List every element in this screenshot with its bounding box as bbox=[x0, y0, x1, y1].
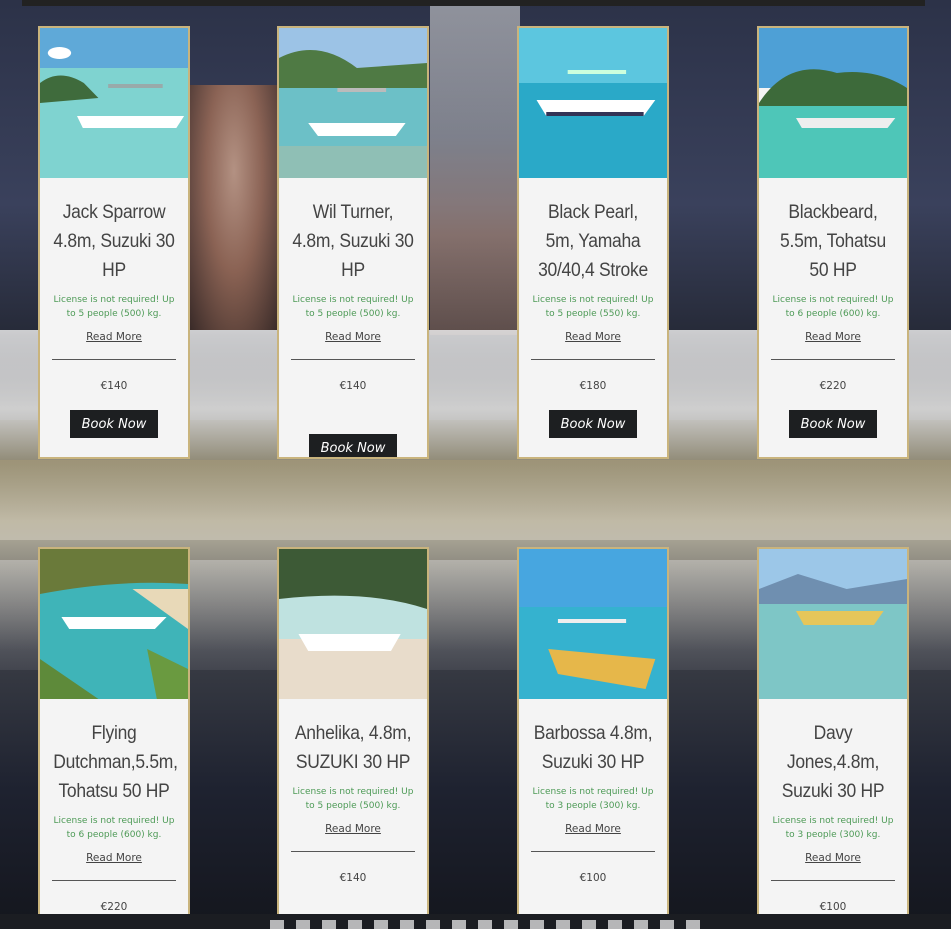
license-note: License is not required! Up to 5 people … bbox=[292, 787, 414, 811]
read-more-link[interactable]: Read More bbox=[40, 331, 188, 343]
boat-title: Wil Turner, 4.8m, Suzuki 30 HP bbox=[292, 202, 414, 281]
boat-title: Barbossa 4.8m, Suzuki 30 HP bbox=[533, 723, 653, 773]
read-more-link[interactable]: Read More bbox=[279, 331, 427, 343]
price: €140 bbox=[339, 872, 367, 884]
license-note: License is not required! Up to 6 people … bbox=[772, 295, 894, 319]
boat-photo bbox=[279, 28, 427, 178]
price: €140 bbox=[100, 380, 128, 392]
boat-card-flying-dutchman: Flying Dutchman,5.5m, Tohatsu 50 HP Lice… bbox=[38, 547, 190, 927]
boat-photo bbox=[40, 28, 188, 178]
boat-card-anhelika: Anhelika, 4.8m, SUZUKI 30 HP License is … bbox=[277, 547, 429, 927]
read-more-link[interactable]: Read More bbox=[519, 823, 667, 835]
read-more-link[interactable]: Read More bbox=[519, 331, 667, 343]
read-more-link[interactable]: Read More bbox=[759, 852, 907, 864]
price: €220 bbox=[819, 380, 847, 392]
license-note: License is not required! Up to 5 people … bbox=[292, 295, 414, 319]
boat-title: Jack Sparrow 4.8m, Suzuki 30 HP bbox=[53, 202, 175, 281]
price: €100 bbox=[579, 872, 607, 884]
divider bbox=[52, 359, 176, 360]
book-now-button[interactable]: Book Now bbox=[70, 410, 158, 438]
boat-photo bbox=[759, 549, 907, 699]
boat-card-barbossa: Barbossa 4.8m, Suzuki 30 HP License is n… bbox=[517, 547, 669, 927]
boat-card-wil-turner: Wil Turner, 4.8m, Suzuki 30 HP License i… bbox=[277, 26, 429, 459]
license-note: License is not required! Up to 3 people … bbox=[532, 787, 654, 811]
price: €180 bbox=[579, 380, 607, 392]
background-person-image bbox=[430, 5, 520, 335]
divider bbox=[291, 851, 415, 852]
boat-photo bbox=[519, 28, 667, 178]
license-note: License is not required! Up to 5 people … bbox=[532, 295, 654, 319]
boat-card-black-pearl: Black Pearl, 5m, Yamaha 30/40,4 Stroke L… bbox=[517, 26, 669, 459]
read-more-link[interactable]: Read More bbox=[279, 823, 427, 835]
book-now-button[interactable]: Book Now bbox=[789, 410, 877, 438]
top-bar bbox=[22, 0, 925, 6]
license-note: License is not required! Up to 3 people … bbox=[772, 816, 894, 840]
boat-photo bbox=[40, 549, 188, 699]
boat-card-davy-jones: Davy Jones,4.8m, Suzuki 30 HP License is… bbox=[757, 547, 909, 927]
divider bbox=[291, 359, 415, 360]
boat-title: Davy Jones,4.8m, Suzuki 30 HP bbox=[781, 723, 885, 802]
boat-title: Flying Dutchman,5.5m, Tohatsu 50 HP bbox=[53, 723, 178, 802]
book-now-button[interactable]: Book Now bbox=[549, 410, 637, 438]
boat-photo bbox=[519, 549, 667, 699]
footer-bar bbox=[0, 914, 951, 929]
divider bbox=[771, 880, 895, 881]
read-more-link[interactable]: Read More bbox=[40, 852, 188, 864]
license-note: License is not required! Up to 6 people … bbox=[53, 816, 175, 840]
divider bbox=[531, 851, 655, 852]
price: €220 bbox=[100, 901, 128, 913]
book-now-button[interactable]: Book Now bbox=[309, 434, 397, 457]
price: €140 bbox=[339, 380, 367, 392]
divider bbox=[531, 359, 655, 360]
background-woman-image bbox=[190, 85, 278, 330]
divider bbox=[52, 880, 176, 881]
boat-title: Black Pearl, 5m, Yamaha 30/40,4 Stroke bbox=[538, 202, 648, 281]
boat-photo bbox=[759, 28, 907, 178]
boat-title: Anhelika, 4.8m, SUZUKI 30 HP bbox=[294, 723, 412, 773]
boat-title: Blackbeard, 5.5m, Tohatsu 50 HP bbox=[780, 202, 886, 281]
footer-heading-fragment bbox=[270, 920, 700, 929]
divider bbox=[771, 359, 895, 360]
boat-card-blackbeard: Blackbeard, 5.5m, Tohatsu 50 HP License … bbox=[757, 26, 909, 459]
price: €100 bbox=[819, 901, 847, 913]
license-note: License is not required! Up to 5 people … bbox=[53, 295, 175, 319]
background-boat-hull bbox=[0, 460, 951, 540]
boat-card-jack-sparrow: Jack Sparrow 4.8m, Suzuki 30 HP License … bbox=[38, 26, 190, 459]
read-more-link[interactable]: Read More bbox=[759, 331, 907, 343]
boat-photo bbox=[279, 549, 427, 699]
